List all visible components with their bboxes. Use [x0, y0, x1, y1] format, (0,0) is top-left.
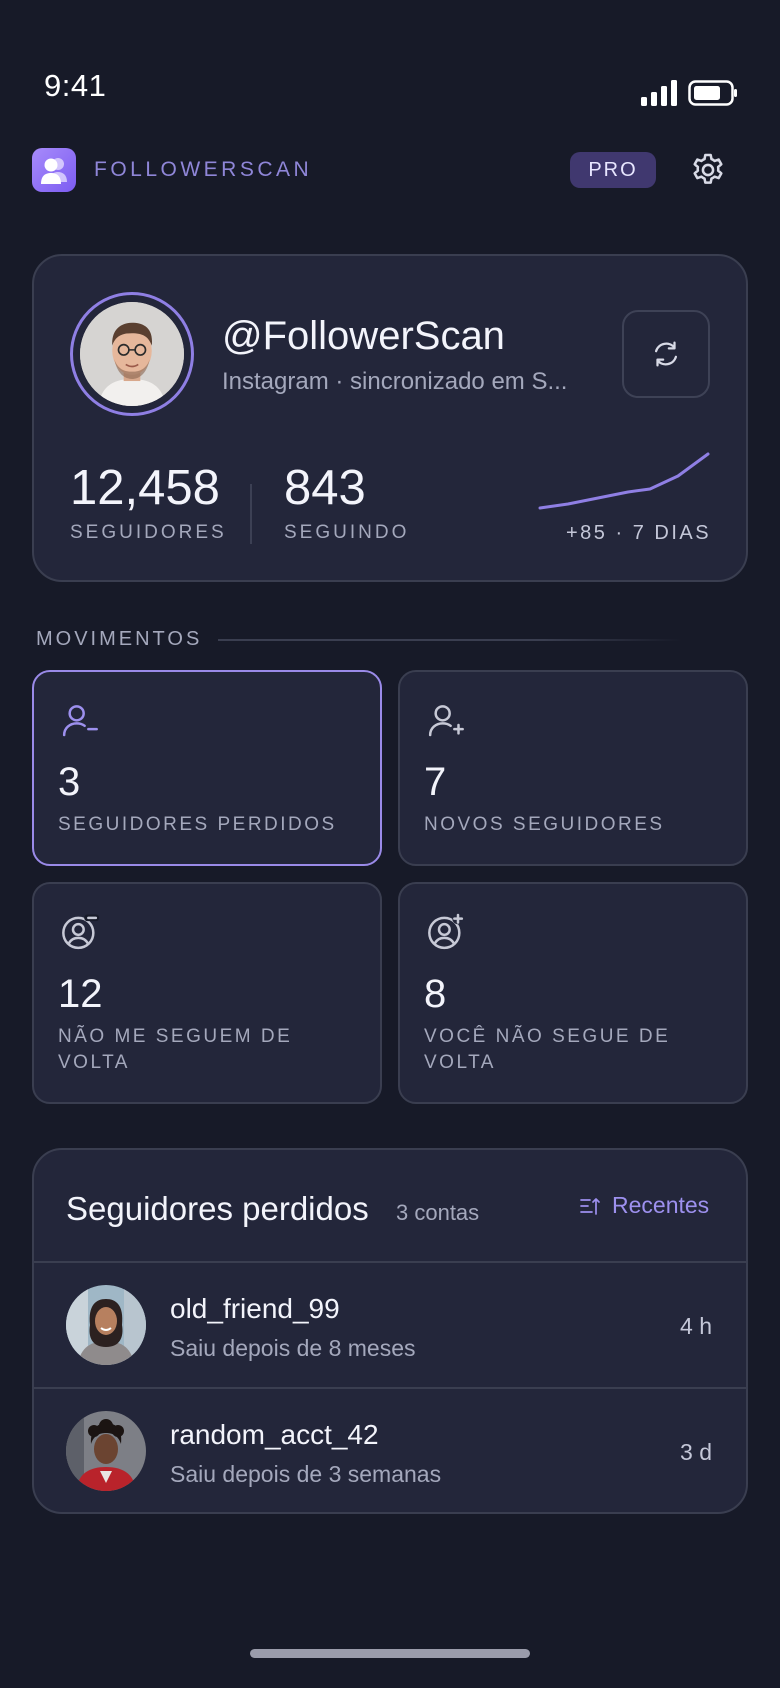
profile-avatar: [70, 292, 194, 416]
status-time: 9:41: [44, 68, 107, 103]
refresh-icon: [654, 341, 678, 367]
tile-value: 12: [58, 972, 103, 1016]
row-time: 3 d: [680, 1439, 712, 1465]
section-label-movements: MOVIMENTOS: [36, 628, 203, 650]
app-logo: [32, 148, 76, 192]
followers-count: 12,458: [70, 461, 220, 515]
user-circle-plus-icon: [428, 913, 464, 950]
user-plus-icon: [428, 705, 464, 737]
list-title: Seguidores perdidos: [66, 1190, 369, 1227]
profile-sync-status: Instagram · sincronizado em S...: [222, 368, 568, 395]
tile-value: 3: [58, 760, 81, 804]
profile-photo: [80, 302, 184, 406]
sort-label: Recentes: [612, 1192, 710, 1218]
followers-label: SEGUIDORES: [70, 522, 227, 543]
profile-handle: @FollowerScan: [222, 314, 505, 358]
tile-value: 8: [424, 972, 447, 1016]
tile-not-following-back[interactable]: 12 NÃO ME SEGUEM DE VOLTA: [32, 882, 382, 1104]
pro-badge[interactable]: PRO: [570, 152, 656, 188]
tile-label: NOVOS SEGUIDORES: [424, 814, 665, 835]
row-username: old_friend_99: [170, 1293, 340, 1324]
sort-button[interactable]: Recentes: [578, 1192, 709, 1219]
users-icon: [41, 158, 67, 184]
section-divider: [218, 639, 682, 641]
refresh-button[interactable]: [622, 310, 710, 398]
followers-trend-sparkline: [538, 452, 710, 510]
trend-label: +85 · 7 DIAS: [566, 522, 712, 544]
tile-new-followers[interactable]: 7 NOVOS SEGUIDORES: [398, 670, 748, 866]
user-minus-icon: [62, 705, 98, 737]
list-row[interactable]: random_acct_42 Saiu depois de 3 semanas …: [34, 1389, 746, 1513]
following-count: 843: [284, 461, 366, 515]
app-name: FOLLOWERSCAN: [94, 158, 313, 181]
battery-icon: [688, 80, 737, 106]
following-label: SEGUINDO: [284, 522, 410, 543]
list-row[interactable]: old_friend_99 Saiu depois de 8 meses 4 h: [34, 1263, 746, 1387]
row-time: 4 h: [680, 1313, 712, 1339]
tile-label: SEGUIDORES PERDIDOS: [58, 814, 337, 835]
user-circle-minus-icon: [62, 914, 100, 950]
avatar: [66, 1411, 146, 1491]
tile-value: 7: [424, 760, 447, 804]
row-username: random_acct_42: [170, 1419, 379, 1450]
tile-label: VOCÊ NÃO SEGUE DE VOLTA: [424, 1026, 671, 1073]
home-indicator[interactable]: [250, 1649, 530, 1658]
sort-icon: [580, 1197, 600, 1215]
tile-lost-followers[interactable]: 3 SEGUIDORES PERDIDOS: [32, 670, 382, 866]
gear-icon[interactable]: [689, 151, 727, 189]
stats-divider: [250, 484, 252, 544]
tile-you-dont-follow-back[interactable]: 8 VOCÊ NÃO SEGUE DE VOLTA: [398, 882, 748, 1104]
tile-label: NÃO ME SEGUEM DE VOLTA: [58, 1026, 293, 1073]
avatar: [66, 1285, 146, 1365]
row-detail: Saiu depois de 3 semanas: [170, 1461, 442, 1487]
list-count: 3 contas: [396, 1200, 480, 1225]
row-detail: Saiu depois de 8 meses: [170, 1335, 416, 1361]
signal-icon: [641, 80, 677, 106]
